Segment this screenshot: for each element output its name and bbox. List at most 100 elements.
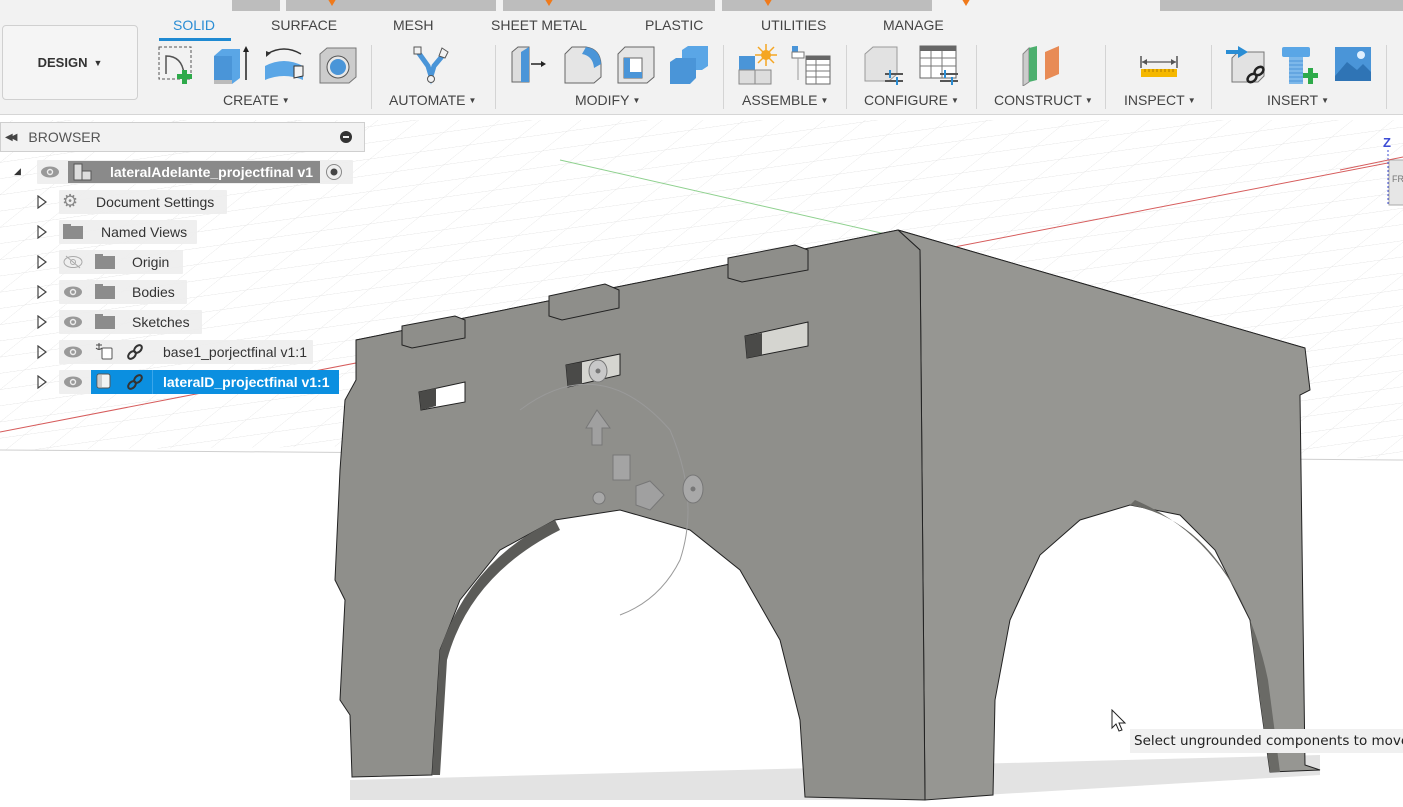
component-grounded-icon <box>95 343 113 360</box>
collapse-triangle-icon[interactable]: ◢ <box>14 166 21 177</box>
dropdown-caret-icon: ▼ <box>1084 96 1093 105</box>
collapse-browser-icon[interactable]: ◀◀ <box>5 132 18 143</box>
tab-manage[interactable]: MANAGE <box>883 17 944 33</box>
document-tab-2[interactable] <box>503 0 715 11</box>
automate-menu[interactable]: AUTOMATE ▼ <box>389 92 476 108</box>
configure-menu[interactable]: CONFIGURE ▼ <box>864 92 959 108</box>
folder-icon <box>95 254 115 269</box>
dropdown-caret-icon: ▼ <box>281 96 290 105</box>
dropdown-caret-icon: ▼ <box>468 96 477 105</box>
document-tab-1[interactable] <box>286 0 496 11</box>
configuration-table-button[interactable] <box>918 44 960 86</box>
fusion-file-icon <box>762 0 774 6</box>
expand-triangle-icon[interactable] <box>36 195 48 209</box>
eye-icon[interactable] <box>63 285 83 299</box>
modify-menu[interactable]: MODIFY ▼ <box>575 92 640 108</box>
group-separator <box>723 45 724 109</box>
insert-canvas-button[interactable] <box>1333 44 1375 86</box>
tooltip: Select ungrounded components to move <box>1130 729 1403 753</box>
new-component-button[interactable] <box>737 44 779 86</box>
eye-icon[interactable] <box>63 315 83 329</box>
plane-handle[interactable] <box>612 454 631 481</box>
canvas-viewport[interactable]: Z FR <box>0 116 1403 807</box>
dropdown-caret-icon: ▼ <box>951 96 959 105</box>
hole-icon <box>319 47 357 84</box>
assemble-label: ASSEMBLE <box>742 92 818 108</box>
expand-triangle-icon[interactable] <box>36 345 48 359</box>
modify-label: MODIFY <box>575 92 630 108</box>
3d-scene[interactable] <box>0 116 1403 807</box>
browser-panel-header: ◀◀ BROWSER <box>0 122 365 152</box>
configure-model-icon <box>864 46 903 85</box>
fusion-file-icon <box>543 0 555 6</box>
configure-model-button[interactable] <box>863 44 905 86</box>
tab-surface[interactable]: SURFACE <box>271 17 337 33</box>
measure-button[interactable] <box>1138 44 1180 86</box>
assemble-menu[interactable]: ASSEMBLE ▼ <box>742 92 828 108</box>
press-pull-icon <box>511 46 546 83</box>
eye-icon[interactable] <box>40 165 60 179</box>
document-icon <box>73 163 92 181</box>
revolve-button[interactable] <box>263 44 305 86</box>
insert-menu[interactable]: INSERT ▼ <box>1267 92 1329 108</box>
tab-solid[interactable]: SOLID <box>173 17 215 33</box>
workspace-switcher-button[interactable]: DESIGN ▼ <box>2 25 138 100</box>
tab-sheet-metal[interactable]: SHEET METAL <box>491 17 587 33</box>
group-separator <box>1386 45 1387 109</box>
expand-triangle-icon[interactable] <box>36 255 48 269</box>
shell-button[interactable] <box>615 44 657 86</box>
hole-button[interactable] <box>317 44 359 86</box>
activate-radio-icon[interactable] <box>325 163 343 181</box>
dropdown-caret-icon: ▼ <box>632 96 641 105</box>
joint-table-button[interactable] <box>790 44 832 86</box>
press-pull-button[interactable] <box>509 44 551 86</box>
expand-triangle-icon[interactable] <box>36 375 48 389</box>
automate-button[interactable] <box>410 44 452 86</box>
component-icon <box>96 373 111 389</box>
viewcube-face-label[interactable]: FR <box>1392 174 1403 184</box>
tab-mesh[interactable]: MESH <box>393 17 433 33</box>
extrude-button[interactable] <box>210 44 252 86</box>
data-panel-button[interactable] <box>232 0 280 11</box>
document-tab-active[interactable] <box>938 0 1156 11</box>
group-separator <box>371 45 372 109</box>
group-separator <box>1105 45 1106 109</box>
z-axis-label: Z <box>1383 135 1391 150</box>
combine-button[interactable] <box>668 44 710 86</box>
create-menu[interactable]: CREATE ▼ <box>223 92 290 108</box>
eye-icon[interactable] <box>63 375 83 389</box>
free-move-handle[interactable] <box>592 491 606 505</box>
offset-plane-button[interactable] <box>1021 44 1063 87</box>
tab-plastic[interactable]: PLASTIC <box>645 17 703 33</box>
document-tab-3[interactable] <box>722 0 932 11</box>
dropdown-caret-icon: ▼ <box>1187 96 1196 105</box>
insert-derive-button[interactable] <box>1226 44 1268 86</box>
expand-triangle-icon[interactable] <box>36 285 48 299</box>
folder-icon <box>95 284 115 299</box>
construct-label: CONSTRUCT <box>994 92 1082 108</box>
window-controls-area[interactable] <box>1160 0 1403 11</box>
expand-triangle-icon[interactable] <box>36 315 48 329</box>
construct-menu[interactable]: CONSTRUCT ▼ <box>994 92 1093 108</box>
toolbar: DESIGN ▼ SOLID SURFACE MESH SHEET METAL P… <box>0 11 1403 115</box>
automate-icon <box>413 46 449 85</box>
document-tab-strip <box>0 0 1403 11</box>
minimize-browser-button[interactable] <box>340 131 352 143</box>
tab-utilities[interactable]: UTILITIES <box>761 17 826 33</box>
fillet-button[interactable] <box>562 44 604 86</box>
automate-label: AUTOMATE <box>389 92 466 108</box>
divider <box>152 370 153 394</box>
inspect-menu[interactable]: INSPECT ▼ <box>1124 92 1196 108</box>
root-component-label[interactable]: lateralAdelante_projectfinal v1 <box>110 164 313 180</box>
create-sketch-button[interactable] <box>156 44 198 86</box>
link-icon <box>127 374 143 390</box>
extrude-icon <box>214 46 249 84</box>
expand-triangle-icon[interactable] <box>36 225 48 239</box>
inspect-label: INSPECT <box>1124 92 1185 108</box>
configuration-table-icon <box>919 45 958 85</box>
insert-fastener-icon <box>1282 47 1318 84</box>
insert-fastener-button[interactable] <box>1280 44 1322 86</box>
combine-icon <box>670 46 708 84</box>
eye-hidden-icon[interactable] <box>63 255 83 269</box>
eye-icon[interactable] <box>63 345 83 359</box>
